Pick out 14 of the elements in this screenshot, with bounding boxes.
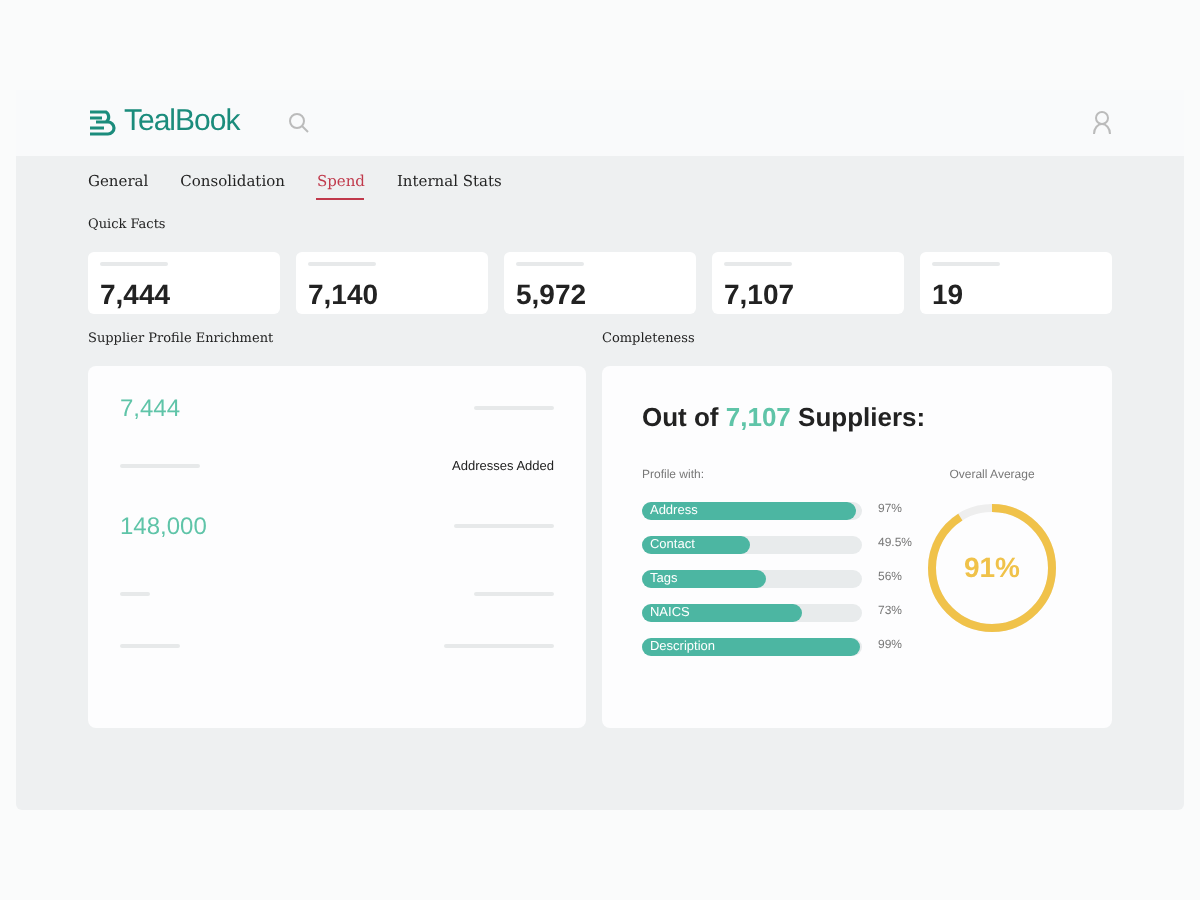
stat-value: 148,000 xyxy=(120,510,207,545)
stat-value: 7,444 xyxy=(120,391,181,425)
fact-value: 7,444 xyxy=(100,277,171,310)
search-icon[interactable] xyxy=(287,112,310,134)
fact-value: 7,107 xyxy=(724,277,795,310)
user-icon[interactable] xyxy=(1092,110,1112,136)
fact-value: 5,972 xyxy=(516,277,587,310)
donut-gauge xyxy=(926,502,1058,634)
fact-value: 7,140 xyxy=(308,277,379,310)
logo-icon xyxy=(88,110,116,136)
fact-value: 19 xyxy=(932,277,964,310)
average-value: 91% xyxy=(963,549,1021,587)
logo[interactable]: TealBook xyxy=(124,100,240,146)
completeness-heading: Out of 7,107 Suppliers: xyxy=(641,399,928,436)
